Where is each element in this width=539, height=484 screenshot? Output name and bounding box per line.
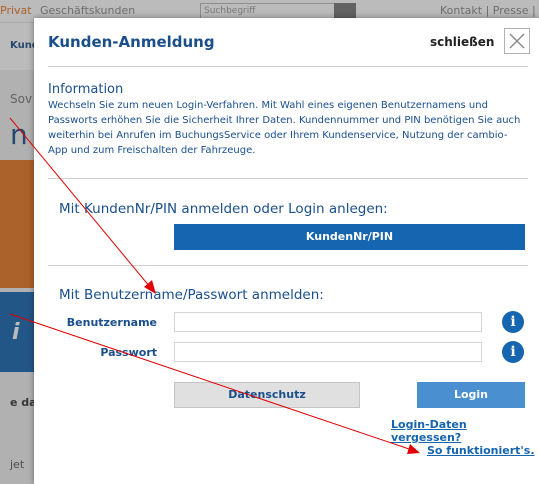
divider <box>48 178 528 179</box>
info-title: Information <box>48 82 124 97</box>
info-icon[interactable]: i <box>502 341 524 363</box>
close-label[interactable]: schließen <box>430 35 494 49</box>
info-text: Wechseln Sie zum neuen Login-Verfahren. … <box>48 100 521 156</box>
login-section-heading: Mit Benutzername/Passwort anmelden: <box>59 287 324 303</box>
how-it-works-link[interactable]: So funktioniert's. <box>427 444 535 457</box>
login-modal: Kunden-Anmeldung schließen Information W… <box>34 18 539 484</box>
info-icon[interactable]: i <box>502 311 524 333</box>
privacy-button[interactable]: Datenschutz <box>174 382 360 408</box>
login-button[interactable]: Login <box>417 382 525 408</box>
username-field[interactable] <box>174 312 482 332</box>
pin-section-heading: Mit KundenNr/PIN anmelden oder Login anl… <box>59 201 388 217</box>
password-field[interactable] <box>174 342 482 362</box>
customer-pin-button[interactable]: KundenNr/PIN <box>174 224 525 250</box>
close-icon <box>509 33 525 49</box>
close-button[interactable] <box>504 28 530 54</box>
password-label: Passwort <box>100 346 157 359</box>
modal-header: Kunden-Anmeldung schließen <box>34 18 539 66</box>
modal-title: Kunden-Anmeldung <box>48 33 215 51</box>
username-label: Benutzername <box>66 316 157 329</box>
divider <box>48 265 528 266</box>
divider <box>48 66 528 67</box>
forgot-login-link[interactable]: Login-Daten vergessen? <box>391 418 539 444</box>
